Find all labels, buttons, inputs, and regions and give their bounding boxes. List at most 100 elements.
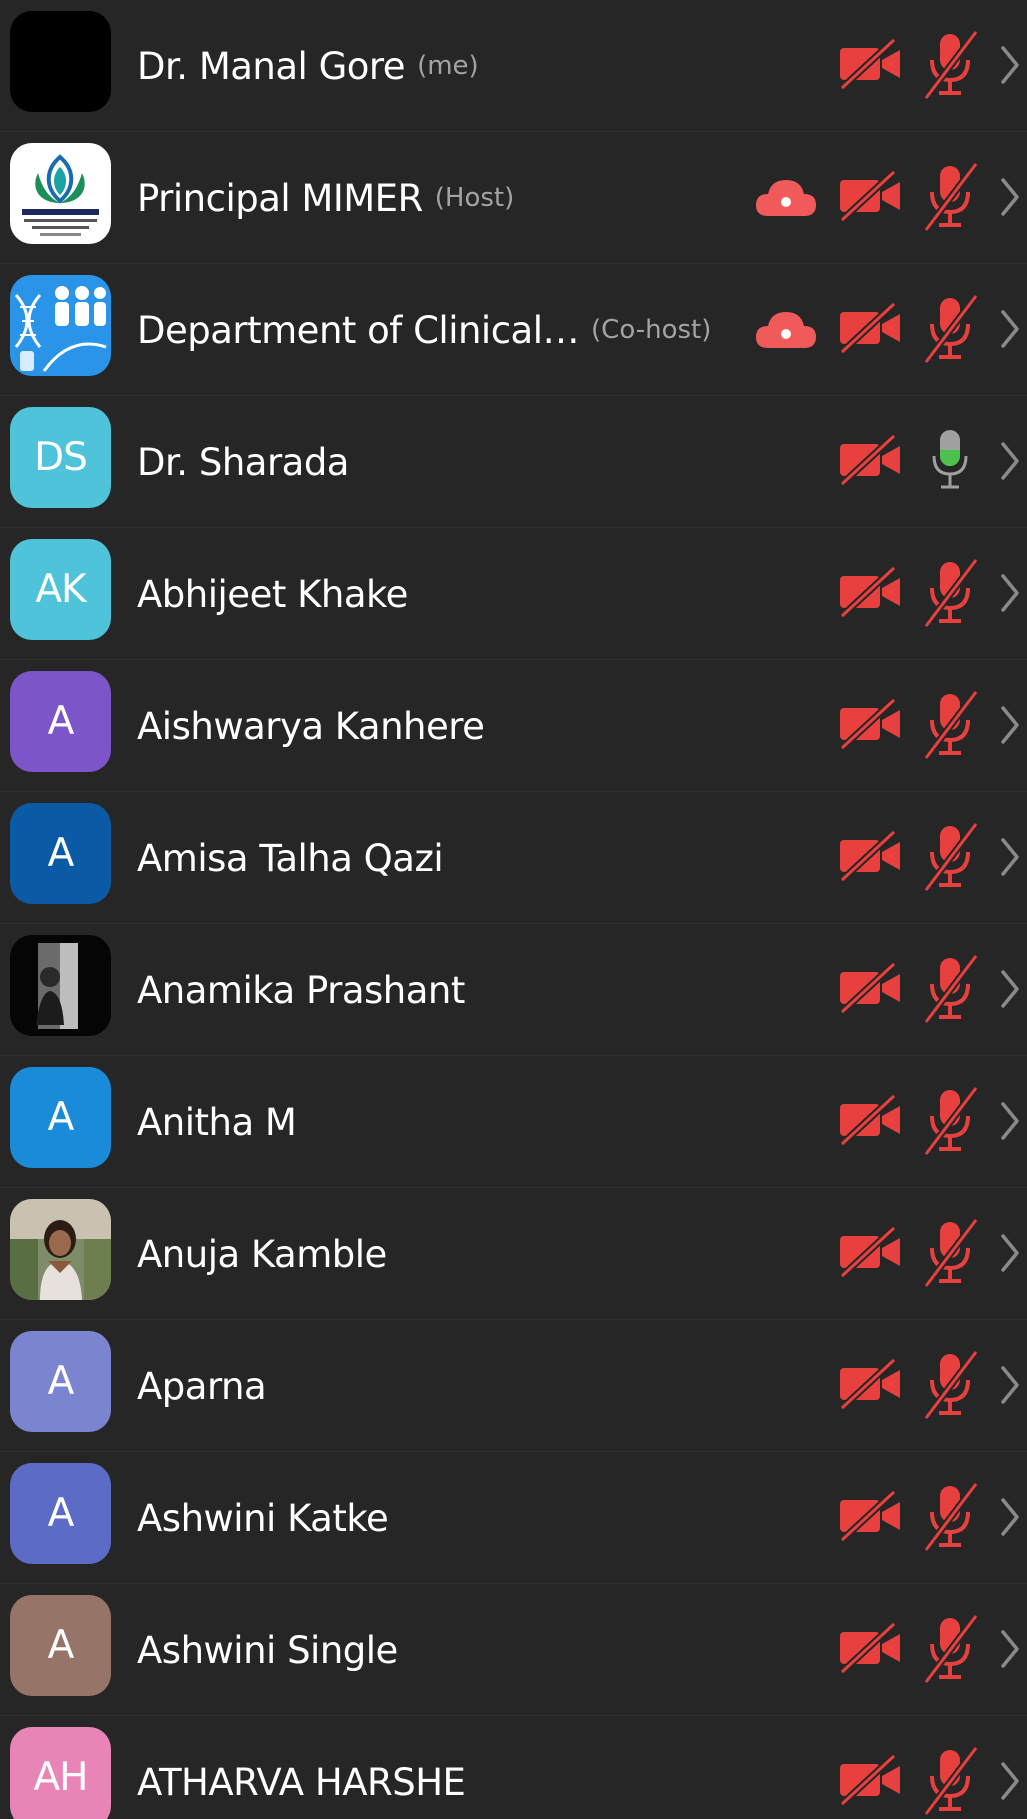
participant-name-group: Ashwini Single — [137, 1584, 398, 1716]
chevron-right-icon[interactable] — [998, 836, 1022, 878]
mic-muted-icon — [920, 292, 980, 365]
cloud-record-icon — [754, 308, 818, 350]
avatar — [10, 143, 111, 244]
participant-name: Principal MIMER — [137, 176, 423, 220]
chevron-right-icon[interactable] — [998, 44, 1022, 86]
video-off-icon — [838, 37, 904, 91]
participant-row[interactable]: A Anitha M — [0, 1056, 1027, 1188]
video-off-icon — [838, 1093, 904, 1147]
mic-muted-icon — [920, 28, 980, 101]
chevron-right-icon[interactable] — [998, 968, 1022, 1010]
mic-muted-icon — [920, 556, 980, 629]
avatar: AH — [10, 1727, 111, 1819]
avatar-initials: A — [47, 1095, 75, 1140]
video-off-icon — [838, 301, 904, 355]
video-off-icon — [838, 1753, 904, 1807]
avatar — [10, 275, 111, 376]
participant-name: Dr. Sharada — [137, 440, 349, 484]
mic-muted-icon — [920, 952, 980, 1025]
participant-row[interactable]: A Aparna — [0, 1320, 1027, 1452]
chevron-right-icon[interactable] — [998, 704, 1022, 746]
video-off-icon — [838, 169, 904, 223]
mic-muted-icon — [920, 1480, 980, 1553]
avatar-initials: A — [47, 1491, 75, 1536]
chevron-right-icon[interactable] — [998, 1628, 1022, 1670]
participant-row[interactable]: Anamika Prashant — [0, 924, 1027, 1056]
participant-name: Dr. Manal Gore — [137, 44, 406, 88]
participant-row[interactable]: A Ashwini Katke — [0, 1452, 1027, 1584]
avatar-initials: A — [47, 831, 75, 876]
chevron-right-icon[interactable] — [998, 308, 1022, 350]
participant-name-group: Amisa Talha Qazi — [137, 792, 444, 924]
participant-name: Anamika Prashant — [137, 968, 465, 1012]
participant-row[interactable]: Anuja Kamble — [0, 1188, 1027, 1320]
chevron-right-icon[interactable] — [998, 572, 1022, 614]
mic-muted-icon — [920, 1216, 980, 1289]
avatar-initials: A — [47, 1359, 75, 1404]
participant-role: (me) — [417, 51, 479, 81]
participant-name: Ashwini Single — [137, 1628, 398, 1672]
chevron-right-icon[interactable] — [998, 1364, 1022, 1406]
participant-name: Abhijeet Khake — [137, 572, 408, 616]
chevron-right-icon[interactable] — [998, 176, 1022, 218]
avatar-initials: A — [47, 1623, 75, 1668]
avatar — [10, 1199, 111, 1300]
participant-name-group: ATHARVA HARSHE — [137, 1716, 466, 1819]
participant-name-group: Aparna — [137, 1320, 267, 1452]
mic-muted-icon — [920, 820, 980, 893]
participant-row[interactable]: Principal MIMER (Host) — [0, 132, 1027, 264]
participant-name-group: Anitha M — [137, 1056, 297, 1188]
mic-muted-icon — [920, 1612, 980, 1685]
video-off-icon — [838, 1357, 904, 1411]
participant-row[interactable]: AH ATHARVA HARSHE — [0, 1716, 1027, 1819]
video-off-icon — [838, 1621, 904, 1675]
participant-row[interactable]: A Ashwini Single — [0, 1584, 1027, 1716]
participant-row[interactable]: DS Dr. Sharada — [0, 396, 1027, 528]
avatar: AK — [10, 539, 111, 640]
mic-muted-icon — [920, 1744, 980, 1817]
video-off-icon — [838, 961, 904, 1015]
avatar-initials: DS — [34, 435, 88, 480]
participant-name-group: Principal MIMER (Host) — [137, 132, 514, 264]
chevron-right-icon[interactable] — [998, 1232, 1022, 1274]
chevron-right-icon[interactable] — [998, 1100, 1022, 1142]
chevron-right-icon[interactable] — [998, 1760, 1022, 1802]
participant-name: Anitha M — [137, 1100, 297, 1144]
participant-name-group: Dr. Sharada — [137, 396, 349, 528]
chevron-right-icon[interactable] — [998, 1496, 1022, 1538]
participant-name-group: Dr. Manal Gore (me) — [137, 0, 479, 132]
participant-row[interactable]: Dr. Manal Gore (me) — [0, 0, 1027, 132]
avatar: DS — [10, 407, 111, 508]
participant-row[interactable]: A Aishwarya Kanhere — [0, 660, 1027, 792]
video-off-icon — [838, 565, 904, 619]
participant-name-group: Ashwini Katke — [137, 1452, 389, 1584]
participant-role: (Host) — [434, 183, 515, 213]
participant-name: ATHARVA HARSHE — [137, 1760, 466, 1804]
cloud-record-icon — [754, 176, 818, 218]
participant-name-group: Department of Clinical… (Co-host) — [137, 264, 711, 396]
mic-muted-icon — [920, 1348, 980, 1421]
participant-row[interactable]: AK Abhijeet Khake — [0, 528, 1027, 660]
participant-row[interactable]: Department of Clinical… (Co-host) — [0, 264, 1027, 396]
video-off-icon — [838, 1225, 904, 1279]
avatar: A — [10, 1067, 111, 1168]
participant-name: Aparna — [137, 1364, 267, 1408]
video-off-icon — [838, 829, 904, 883]
participant-name-group: Aishwarya Kanhere — [137, 660, 485, 792]
participant-name: Amisa Talha Qazi — [137, 836, 444, 880]
mic-muted-icon — [920, 160, 980, 233]
participant-name: Department of Clinical… — [137, 308, 580, 352]
participants-list: Dr. Manal Gore (me) Principal MIMER (Host) D… — [0, 0, 1027, 1819]
participant-name: Anuja Kamble — [137, 1232, 387, 1276]
avatar: A — [10, 1331, 111, 1432]
avatar — [10, 11, 111, 112]
participant-name-group: Abhijeet Khake — [137, 528, 408, 660]
mic-muted-icon — [920, 688, 980, 761]
mic-active-icon — [920, 424, 980, 496]
participant-row[interactable]: A Amisa Talha Qazi — [0, 792, 1027, 924]
avatar-initials: AK — [35, 567, 86, 612]
chevron-right-icon[interactable] — [998, 440, 1022, 482]
avatar: A — [10, 1595, 111, 1696]
video-off-icon — [838, 1489, 904, 1543]
participant-name-group: Anuja Kamble — [137, 1188, 387, 1320]
